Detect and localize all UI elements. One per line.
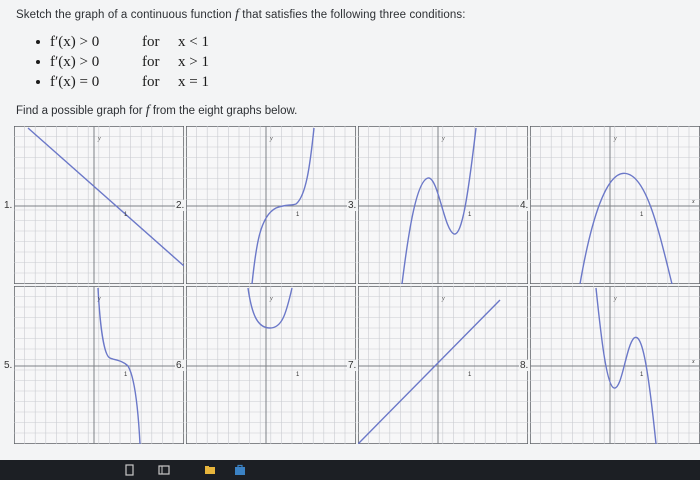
find-text-end: from the eight graphs below.: [149, 105, 298, 117]
graph-option-5: yx15.: [3, 286, 184, 444]
folder-icon[interactable]: [204, 464, 216, 476]
y-axis-label: y: [613, 296, 617, 302]
y-axis-label: y: [441, 136, 445, 142]
y-axis-label: y: [97, 136, 101, 142]
condition-item: f′(x) = 0 for x = 1: [36, 72, 209, 92]
find-text: Find a possible graph for: [16, 105, 146, 117]
graph-choices-grid: yx11.yx12.yx13.yx14.yx15.yx16.yx17.yx18.: [3, 126, 700, 444]
bullet-icon: [36, 60, 40, 64]
document-page: Sketch the graph of a continuous functio…: [0, 0, 700, 462]
x-axis-label: x: [691, 199, 695, 205]
graph-option-7: yx17.: [347, 286, 528, 444]
question-intro: Sketch the graph of a continuous functio…: [16, 7, 466, 23]
graph-option-2: yx12.: [175, 126, 356, 284]
y-axis-label: y: [441, 296, 445, 302]
graph-number: 1.: [3, 200, 14, 211]
graph-canvas: yx1: [186, 126, 356, 284]
graph-canvas: yx1: [186, 286, 356, 444]
graph-canvas: yx1: [14, 286, 184, 444]
graph-canvas: yx1: [358, 286, 528, 444]
graph-canvas: yx1: [530, 126, 700, 284]
graph-number: 3.: [347, 200, 358, 211]
y-axis-label: y: [613, 136, 617, 142]
condition-expression: f′(x) > 0: [50, 54, 100, 70]
find-instruction: Find a possible graph for f from the eig…: [16, 103, 297, 119]
window-icon[interactable]: [158, 464, 170, 476]
graph-number: 8.: [519, 360, 530, 371]
y-axis-label: y: [269, 136, 273, 142]
graph-option-4: y x 1 4.: [519, 126, 700, 284]
graph-number: 5.: [3, 360, 14, 371]
bullet-icon: [36, 40, 40, 44]
file-explorer-icon[interactable]: [124, 464, 136, 476]
condition-for: for: [142, 54, 160, 70]
store-icon[interactable]: [234, 464, 246, 476]
graph-option-1: yx11.: [3, 126, 184, 284]
graph-number: 4.: [519, 200, 530, 211]
graph-option-3: yx13.: [347, 126, 528, 284]
bullet-icon: [36, 80, 40, 84]
condition-item: f′(x) > 0 for x > 1: [36, 52, 209, 72]
condition-item: f′(x) > 0 for x < 1: [36, 32, 209, 52]
condition-domain: x = 1: [178, 74, 209, 90]
condition-expression: f′(x) > 0: [50, 34, 100, 50]
y-axis-label: y: [97, 296, 101, 302]
conditions-list: f′(x) > 0 for x < 1 f′(x) > 0 for x > 1 …: [36, 32, 209, 92]
x-axis-label: x: [691, 359, 695, 365]
graph-number: 6.: [175, 360, 186, 371]
graph-canvas: yx1: [14, 126, 184, 284]
graph-number: 2.: [175, 200, 186, 211]
graph-number: 7.: [347, 360, 358, 371]
graph-canvas: yx1: [358, 126, 528, 284]
condition-domain: x < 1: [178, 34, 209, 50]
graph-option-6: yx16.: [175, 286, 356, 444]
condition-expression: f′(x) = 0: [50, 74, 100, 90]
intro-text-end: that satisfies the following three condi…: [239, 9, 466, 21]
graph-option-8: y x 1 8.: [519, 286, 700, 444]
condition-for: for: [142, 34, 160, 50]
graph-canvas: yx1: [530, 286, 700, 444]
condition-for: for: [142, 74, 160, 90]
condition-domain: x > 1: [178, 54, 209, 70]
y-axis-label: y: [269, 296, 273, 302]
taskbar: [0, 460, 700, 480]
intro-text: Sketch the graph of a continuous functio…: [16, 9, 236, 21]
